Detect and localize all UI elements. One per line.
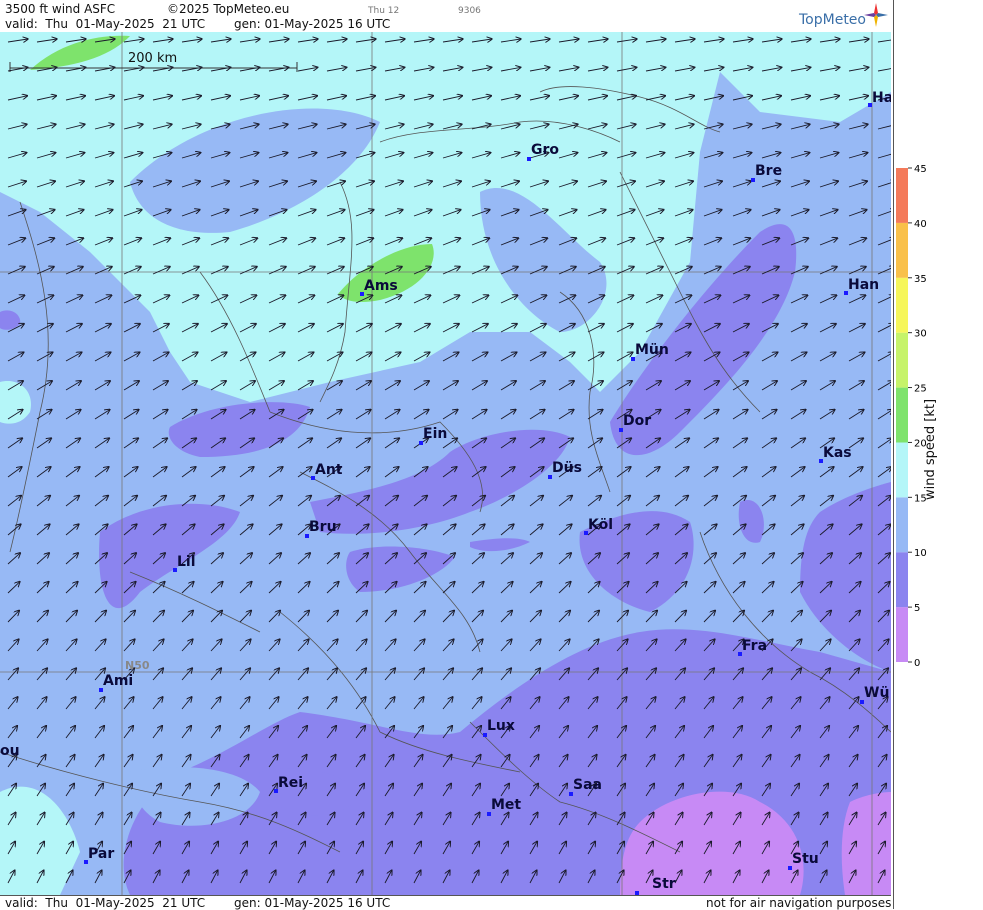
wind-field-svg [0,32,891,895]
city-label-met: Met [491,797,522,813]
city-label-wu: Wü [864,685,890,701]
city-label-ou: ou [0,743,20,759]
city-label-saa: Saa [573,777,602,793]
city-label-fra: Fra [742,638,768,654]
legend-tick-label: 45 [914,164,927,175]
footer-generated-time: gen: 01-May-2025 16 UTC [234,896,391,910]
wind-map: 200 km N50 Gro Bre Ha Ams Han Mün Dor Ei… [0,32,891,895]
city-label-ein: Ein [423,426,448,442]
city-label-par: Par [88,846,115,862]
generated-time: gen: 01-May-2025 16 UTC [234,17,391,31]
legend-swatch-35-40 [896,222,908,278]
compass-logo-icon [864,3,888,27]
legend-swatch-40-45 [896,168,908,223]
latitude-label: N50 [125,659,150,672]
city-label-dor: Dor [623,413,652,429]
legend-title: wind speed [kt] [923,398,938,500]
city-label-ant: Ant [315,462,343,478]
city-label-ami: Ami [103,673,134,689]
legend-tick-label: 5 [914,603,920,614]
legend-tick-label: 25 [914,384,927,395]
legend-panel: 45 40 35 30 25 20 15 10 5 0 wind speed [kt] [893,0,983,909]
city-label-ams: Ams [364,278,398,294]
city-label-han: Han [848,277,880,293]
city-label-bru: Bru [309,519,337,535]
city-label-ha: Ha [872,90,891,106]
code-hint: 9306 [458,6,481,16]
legend-swatch-5-10 [896,552,908,608]
legend-swatch-20-25 [896,387,908,443]
legend-swatch-10-15 [896,497,908,553]
city-label-bre: Bre [755,163,783,179]
legend-swatch-0-5 [896,607,908,662]
disclaimer: not for air navigation purposes [706,896,892,910]
city-label-mun: Mün [635,342,669,358]
city-label-stu: Stu [792,851,819,867]
city-label-rei: Rei [278,775,304,791]
brand-name: TopMeteo [799,12,866,28]
city-label-gro: Gro [531,142,560,158]
run-hint: Thu 12 [368,6,400,16]
city-label-dus: Düs [552,460,582,476]
header-bar: 3500 ft wind ASFC ©2025 TopMeteo.eu Thu … [0,0,891,33]
copyright: ©2025 TopMeteo.eu [167,2,290,16]
valid-time: valid: Thu 01-May-2025 21 UTC [5,17,206,31]
legend-tick-label: 35 [914,274,927,285]
legend-swatch-30-35 [896,277,908,333]
legend-colorbar: 454035302520151050 [896,164,927,669]
scale-label: 200 km [128,51,178,66]
chart-title: 3500 ft wind ASFC [5,2,116,16]
footer-bar: valid: Thu 01-May-2025 21 UTC gen: 01-Ma… [0,895,891,910]
city-label-lil: Lil [177,554,196,570]
city-label-str: Str [652,876,676,892]
footer-valid-time: valid: Thu 01-May-2025 21 UTC [5,896,206,910]
city-label-lux: Lux [487,718,515,734]
legend-swatch-15-20 [896,442,908,498]
legend-swatch-25-30 [896,332,908,388]
city-label-kas: Kas [823,445,852,461]
city-label-kol: Köl [588,517,614,533]
legend-tick-label: 40 [914,219,927,230]
legend-tick-label: 30 [914,329,927,340]
legend-tick-label: 10 [914,548,927,559]
legend-tick-label: 0 [914,658,920,669]
